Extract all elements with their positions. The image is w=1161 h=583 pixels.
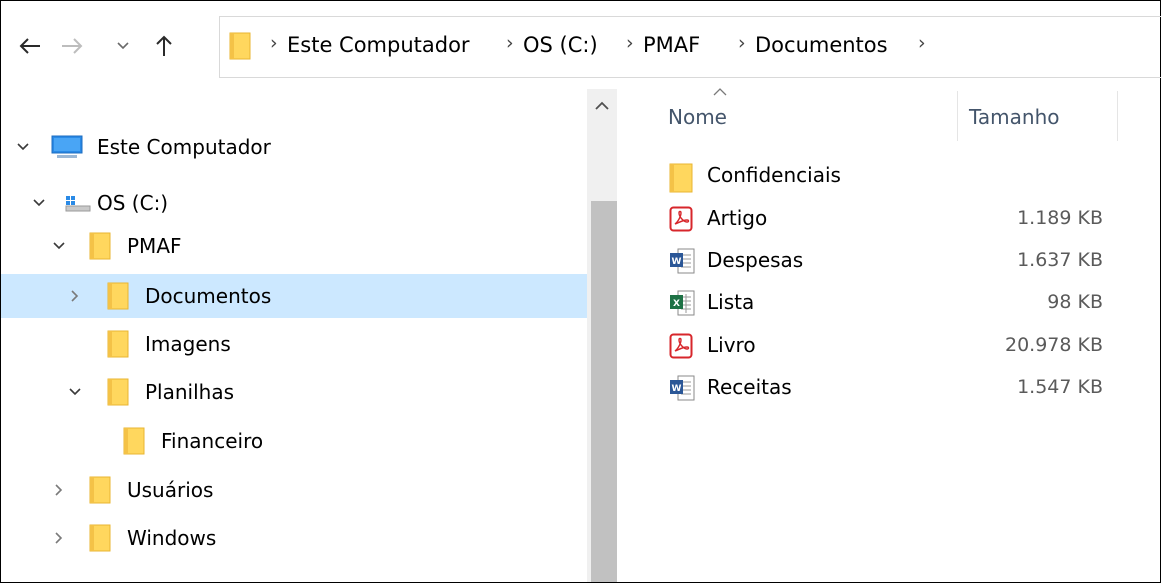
sort-ascending-icon [713, 88, 727, 96]
tree-item-financeiro[interactable]: Financeiro [1, 419, 587, 463]
breadcrumb-separator-icon: › [626, 32, 634, 54]
breadcrumb-separator-icon: › [918, 32, 926, 54]
chevron-down-icon [53, 242, 65, 250]
svg-text:W: W [672, 384, 682, 394]
file-size: 98 KB [1047, 291, 1103, 313]
tree-item-planilhas[interactable]: Planilhas [1, 370, 587, 414]
arrow-left-icon [19, 38, 40, 54]
pdf-file-icon [669, 206, 693, 232]
file-name: Artigo [707, 206, 768, 230]
tree-item-label: Documentos [145, 284, 272, 308]
arrow-right-icon [62, 38, 83, 54]
chevron-right-icon [55, 484, 63, 496]
folder-icon [123, 427, 145, 455]
file-name: Livro [707, 333, 756, 357]
column-header-size[interactable]: Tamanho [969, 105, 1060, 129]
tree-item-pmaf[interactable]: PMAF [1, 224, 587, 268]
file-name: Despesas [707, 248, 804, 272]
scrollbar-thumb[interactable] [591, 201, 617, 582]
chevron-down-icon [69, 388, 81, 396]
file-row-despesas[interactable]: W Despesas 1.637 KB [661, 242, 1121, 282]
folder-icon [89, 476, 111, 504]
tree-item-label: Financeiro [161, 429, 264, 453]
word-document-icon: W [670, 375, 695, 401]
file-size: 1.637 KB [1017, 249, 1103, 271]
file-size: 1.189 KB [1017, 207, 1103, 229]
tree-item-documentos[interactable]: Documentos [1, 274, 587, 318]
column-divider[interactable] [957, 91, 958, 141]
folder-icon [669, 163, 693, 193]
excel-spreadsheet-icon: X [670, 290, 695, 316]
tree-item-os-c[interactable]: OS (C:) [1, 181, 587, 225]
tree-item-label: Windows [127, 526, 217, 550]
tree-item-label: PMAF [127, 234, 182, 258]
folder-icon [89, 232, 111, 260]
chevron-right-icon [55, 532, 63, 544]
file-name: Confidenciais [707, 163, 841, 187]
tree-item-label: OS (C:) [97, 191, 169, 215]
chevron-down-icon [33, 199, 45, 207]
svg-text:W: W [672, 257, 682, 267]
scroll-up-icon[interactable] [594, 99, 610, 111]
tree-item-label: Este Computador [97, 135, 271, 159]
column-header-name[interactable]: Nome [668, 105, 727, 129]
back-button[interactable] [13, 31, 47, 61]
tree-item-label: Imagens [145, 332, 231, 356]
chevron-down-icon [17, 143, 29, 151]
breadcrumb-separator-icon: › [270, 32, 278, 54]
file-name: Receitas [707, 375, 792, 399]
pdf-file-icon [669, 333, 693, 359]
file-row-livro[interactable]: Livro 20.978 KB [661, 327, 1121, 367]
file-row-confidenciais[interactable]: Confidenciais [661, 157, 1121, 197]
tree-item-windows[interactable]: Windows [1, 516, 587, 560]
svg-text:X: X [673, 299, 680, 309]
column-divider[interactable] [1117, 91, 1118, 141]
tree-item-label: Planilhas [145, 380, 235, 404]
recent-locations-button[interactable] [111, 33, 135, 59]
folder-icon [107, 330, 129, 358]
folder-icon [229, 32, 251, 60]
file-row-lista[interactable]: X Lista 98 KB [661, 284, 1121, 324]
file-row-receitas[interactable]: W Receitas 1.547 KB [661, 369, 1121, 409]
breadcrumb-os-c[interactable]: OS (C:) [523, 31, 598, 59]
tree-item-imagens[interactable]: Imagens [1, 322, 587, 366]
word-document-icon: W [670, 248, 695, 274]
tree-item-usuarios[interactable]: Usuários [1, 468, 587, 512]
chevron-right-icon [71, 290, 79, 302]
breadcrumb-documentos[interactable]: Documentos [755, 31, 888, 59]
file-size: 20.978 KB [1004, 334, 1103, 356]
file-size: 1.547 KB [1017, 376, 1103, 398]
breadcrumb-pmaf[interactable]: PMAF [643, 31, 700, 59]
folder-icon [107, 378, 129, 406]
file-row-artigo[interactable]: Artigo 1.189 KB [661, 200, 1121, 240]
forward-button[interactable] [55, 31, 89, 61]
tree-item-este-computador[interactable]: Este Computador [1, 125, 587, 169]
tree-item-label: Usuários [127, 478, 214, 502]
chevron-down-icon [117, 42, 129, 50]
computer-icon [51, 135, 83, 158]
folder-icon [107, 282, 129, 310]
file-name: Lista [707, 290, 755, 314]
breadcrumb-separator-icon: › [738, 32, 746, 54]
breadcrumb-separator-icon: › [506, 32, 514, 54]
arrow-up-icon [156, 35, 172, 56]
breadcrumb-este-computador[interactable]: Este Computador [287, 31, 470, 59]
folder-icon [89, 524, 111, 552]
explorer-window: › Este Computador › OS (C:) › PMAF › Doc… [0, 0, 1161, 583]
up-button[interactable] [147, 29, 181, 63]
drive-icon [65, 196, 91, 212]
